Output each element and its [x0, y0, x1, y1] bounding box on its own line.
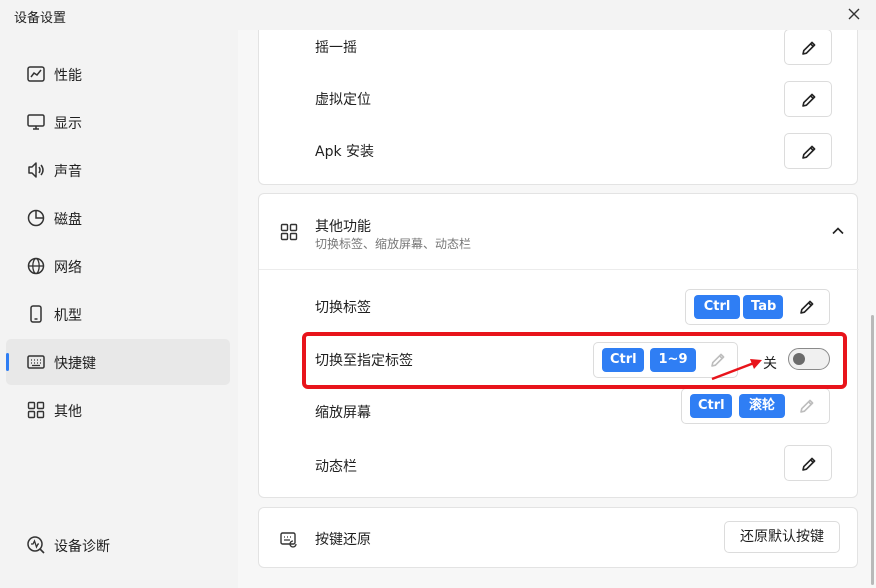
shortcut-row: Apk 安装 — [259, 125, 859, 177]
sidebar-item-label: 快捷键 — [54, 356, 96, 372]
restore-label: 按键还原 — [315, 532, 371, 548]
section-title: 其他功能 — [315, 219, 371, 235]
other-functions-header[interactable]: 其他功能 切换标签、缩放屏幕、动态栏 — [259, 194, 859, 270]
key-badge: Ctrl — [690, 394, 732, 418]
switch-to-tab-toggle[interactable] — [788, 348, 830, 370]
performance-icon — [27, 66, 45, 82]
edit-button[interactable] — [784, 445, 832, 481]
chevron-up-icon[interactable] — [831, 224, 845, 238]
edit-button[interactable] — [784, 133, 832, 169]
section-subtitle: 切换标签、缩放屏幕、动态栏 — [315, 237, 472, 251]
shortcut-row-dynamic-bar: 动态栏 — [259, 440, 859, 492]
monitor-icon — [27, 114, 45, 130]
key-combo: Ctrl Tab — [685, 289, 830, 325]
close-icon[interactable] — [846, 6, 862, 22]
scrollbar[interactable] — [871, 315, 874, 585]
shortcut-label: 虚拟定位 — [315, 92, 371, 108]
shortcut-row: 摇一摇 — [259, 30, 859, 73]
annotation-arrow — [711, 359, 762, 381]
sidebar-item-label: 声音 — [54, 164, 82, 180]
pencil-icon — [802, 41, 816, 55]
sidebar-item-other[interactable]: 其他 — [6, 387, 230, 433]
shortcut-label: 切换标签 — [315, 300, 371, 316]
sidebar-item-display[interactable]: 显示 — [6, 99, 230, 145]
sidebar-item-sound[interactable]: 声音 — [6, 147, 230, 193]
globe-icon — [27, 257, 45, 275]
sidebar-item-shortcuts[interactable]: 快捷键 — [6, 339, 230, 385]
shortcut-card-top: 摇一摇 虚拟定位 Apk 安装 — [258, 30, 858, 185]
shortcut-label: 动态栏 — [315, 459, 357, 475]
pencil-icon-disabled — [800, 399, 814, 413]
toggle-state-label: 关 — [763, 356, 777, 372]
restore-card: 按键还原 还原默认按键 — [258, 507, 858, 568]
sidebar-item-label: 机型 — [54, 308, 82, 324]
sidebar: 性能 显示 声音 磁盘 网络 机型 快捷键 其他 设备诊断 — [0, 30, 238, 588]
pie-chart-icon — [27, 209, 45, 227]
key-badge: 1~9 — [650, 348, 696, 372]
shortcut-label: 摇一摇 — [315, 40, 357, 56]
shortcut-row: 虚拟定位 — [259, 73, 859, 125]
sidebar-item-disk[interactable]: 磁盘 — [6, 195, 230, 241]
grid-icon — [27, 401, 45, 419]
shortcut-label: 缩放屏幕 — [315, 405, 371, 421]
key-badge: 滚轮 — [739, 394, 785, 418]
sidebar-item-diagnostics[interactable]: 设备诊断 — [6, 522, 230, 568]
toggle-knob — [793, 353, 805, 365]
pencil-icon — [802, 93, 816, 107]
sidebar-item-label: 显示 — [54, 116, 82, 132]
sidebar-item-label: 性能 — [54, 68, 82, 84]
pencil-icon — [802, 457, 816, 471]
other-functions-card: 其他功能 切换标签、缩放屏幕、动态栏 切换标签 Ctrl Tab 切换至指定标签… — [258, 193, 859, 498]
shortcut-label: Apk 安装 — [315, 144, 375, 160]
keyboard-icon — [27, 355, 45, 369]
shortcut-label: 切换至指定标签 — [315, 353, 413, 369]
pencil-icon — [802, 145, 816, 159]
speaker-icon — [28, 162, 44, 178]
pencil-icon[interactable] — [798, 298, 816, 316]
sidebar-item-performance[interactable]: 性能 — [6, 51, 230, 97]
sidebar-item-network[interactable]: 网络 — [6, 243, 230, 289]
sidebar-item-model[interactable]: 机型 — [6, 291, 230, 337]
sidebar-item-label: 网络 — [54, 260, 82, 276]
edit-button[interactable] — [784, 30, 832, 65]
keyboard-reset-icon — [280, 532, 297, 548]
title-bar: 设备设置 — [0, 0, 876, 30]
phone-icon — [30, 305, 42, 323]
shortcut-row-zoom: 缩放屏幕 Ctrl 滚轮 — [259, 386, 859, 438]
key-badge: Ctrl — [694, 295, 740, 319]
window-title: 设备设置 — [14, 11, 67, 26]
sidebar-item-label: 磁盘 — [54, 212, 82, 228]
main-panel: 摇一摇 虚拟定位 Apk 安装 其他功能 切换标签、缩放屏幕、动态栏 切换标签 … — [238, 30, 876, 588]
grid-icon — [280, 223, 298, 241]
shortcut-row-switch-tab: 切换标签 Ctrl Tab — [259, 281, 859, 333]
key-badge: Ctrl — [602, 348, 644, 372]
restore-default-keys-button[interactable]: 还原默认按键 — [724, 521, 840, 553]
key-badge: Tab — [743, 295, 783, 319]
key-combo: Ctrl 滚轮 — [681, 388, 830, 424]
sidebar-item-label: 设备诊断 — [54, 539, 110, 555]
diagnostics-icon — [27, 536, 45, 554]
edit-button[interactable] — [784, 81, 832, 117]
sidebar-item-label: 其他 — [54, 404, 82, 420]
